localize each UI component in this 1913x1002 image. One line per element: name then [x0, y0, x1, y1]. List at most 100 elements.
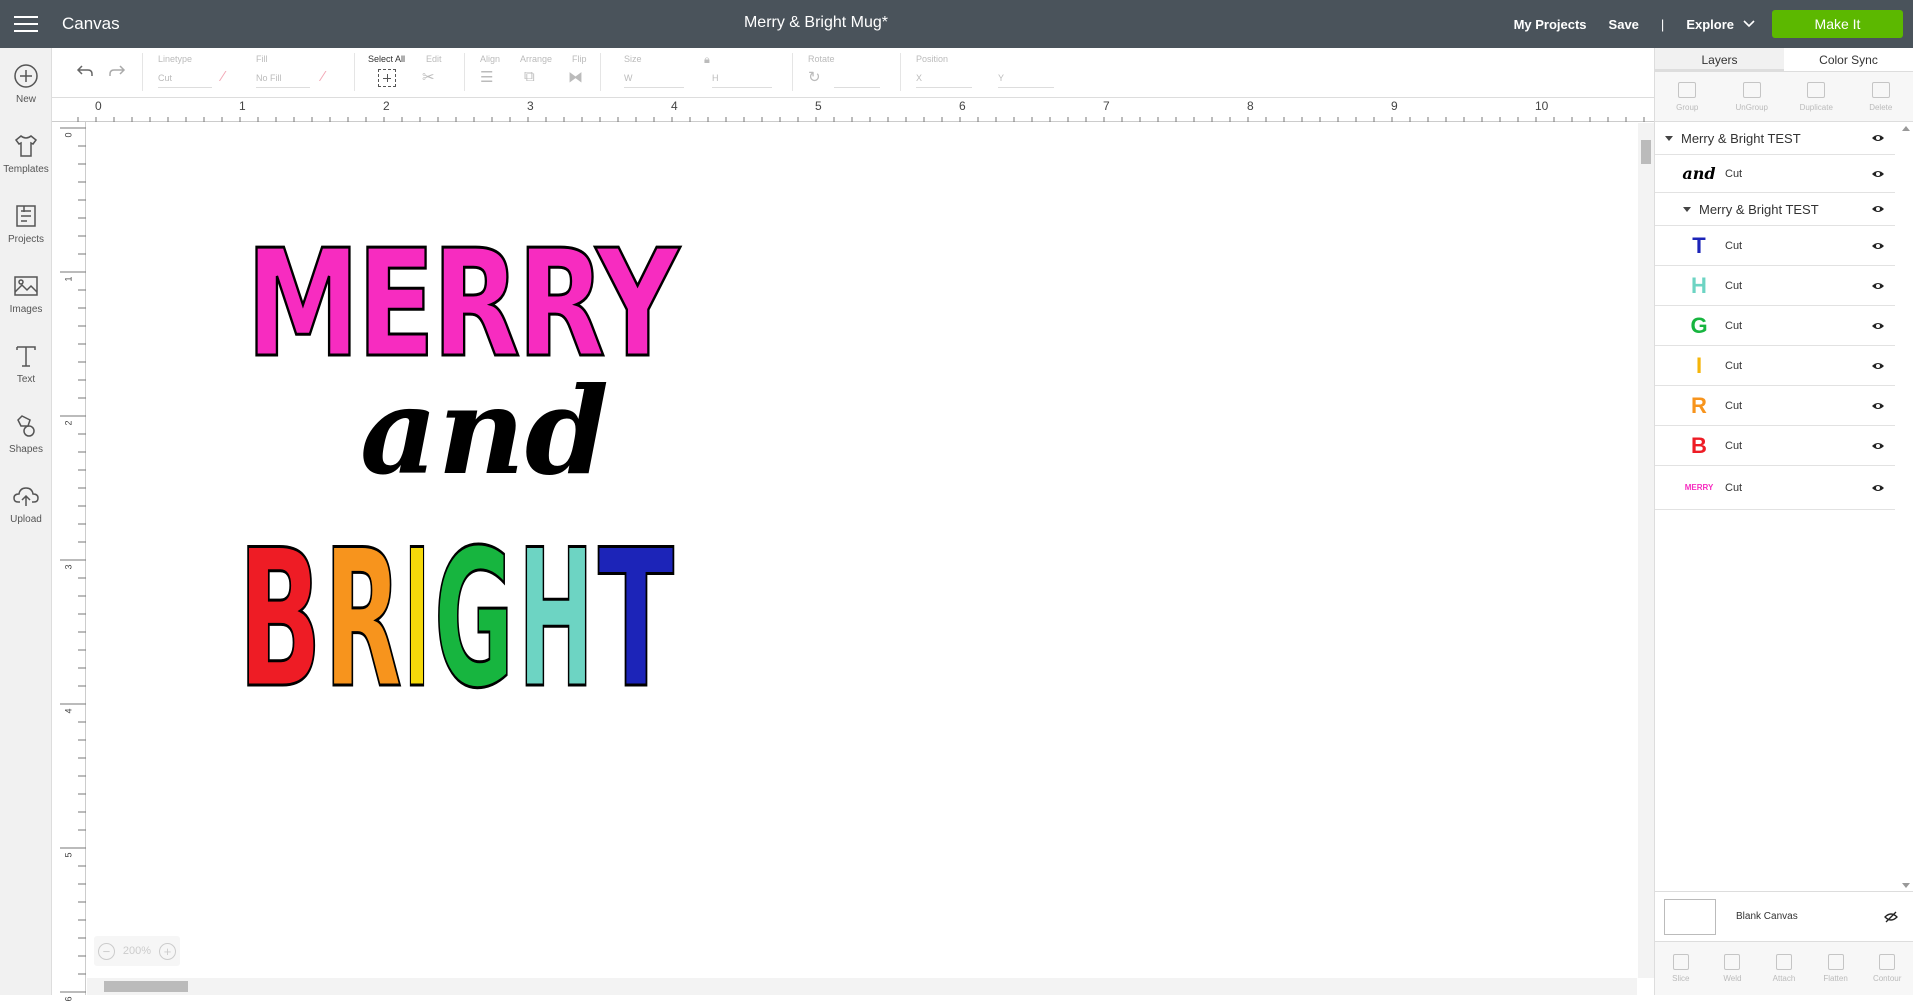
templates-button[interactable]: Templates: [0, 118, 52, 188]
duplicate-label: Duplicate: [1800, 103, 1833, 112]
layer-and[interactable]: and Cut: [1655, 155, 1895, 193]
select-all-icon[interactable]: [378, 69, 396, 87]
ruler-number: 5: [815, 99, 822, 113]
layer-merry[interactable]: MERRY Cut: [1655, 466, 1895, 510]
group-button[interactable]: Group: [1655, 72, 1720, 121]
save-button[interactable]: Save: [1609, 17, 1639, 32]
new-label: New: [16, 94, 36, 105]
new-button[interactable]: New: [0, 48, 52, 118]
eye-icon[interactable]: [1871, 169, 1885, 179]
flip-icon[interactable]: ⧓: [568, 68, 583, 86]
projects-button[interactable]: Projects: [0, 188, 52, 258]
linetype-select[interactable]: Cut: [158, 70, 212, 88]
eye-icon[interactable]: [1871, 361, 1885, 371]
bright-letter-i[interactable]: I: [404, 509, 430, 705]
explore-dropdown[interactable]: Explore: [1686, 17, 1756, 32]
my-projects-link[interactable]: My Projects: [1514, 17, 1587, 32]
redo-icon[interactable]: [108, 64, 126, 78]
eye-icon[interactable]: [1871, 241, 1885, 251]
merry-and-bright-design[interactable]: MERRY and B R I G H T: [240, 205, 700, 705]
bright-letter-r[interactable]: R: [324, 509, 402, 705]
vertical-scrollbar[interactable]: [1638, 123, 1654, 978]
chevron-down-icon: [1742, 19, 1756, 29]
tab-layers[interactable]: Layers: [1655, 48, 1784, 71]
layers-scrollbar[interactable]: [1899, 122, 1913, 892]
bright-letter-t[interactable]: T: [598, 509, 674, 705]
layer-row[interactable]: RCut: [1655, 386, 1895, 426]
make-it-button[interactable]: Make It: [1772, 10, 1903, 38]
fill-select[interactable]: No Fill: [256, 70, 310, 88]
blank-canvas-row[interactable]: Blank Canvas: [1655, 891, 1913, 941]
linetype-color-icon[interactable]: ⁄: [222, 68, 225, 85]
align-icon[interactable]: ☰: [480, 68, 493, 86]
ruler-number: 9: [1391, 99, 1398, 113]
rotate-input[interactable]: [834, 70, 880, 88]
bright-letter-h[interactable]: H: [518, 509, 594, 705]
layer-thumbnail: B: [1681, 432, 1717, 460]
slice-button[interactable]: Slice: [1655, 942, 1707, 995]
layer-group-top[interactable]: Merry & Bright TEST: [1655, 122, 1895, 155]
layer-row[interactable]: GCut: [1655, 306, 1895, 346]
horizontal-scrollbar[interactable]: [87, 978, 1637, 995]
flatten-icon: [1828, 954, 1844, 970]
zoom-out-button[interactable]: −: [98, 943, 115, 960]
upload-button[interactable]: Upload: [0, 468, 52, 538]
scroll-up-icon[interactable]: [1902, 126, 1910, 131]
bright-letter-g[interactable]: G: [434, 509, 514, 705]
delete-button[interactable]: Delete: [1849, 72, 1913, 121]
attach-button[interactable]: Attach: [1758, 942, 1810, 995]
bright-letter-b[interactable]: B: [240, 509, 322, 705]
eye-icon[interactable]: [1871, 204, 1885, 214]
undo-icon[interactable]: [76, 64, 94, 78]
eye-icon[interactable]: [1871, 321, 1885, 331]
shapes-label: Shapes: [9, 444, 43, 455]
layer-op: Cut: [1725, 320, 1742, 332]
eye-icon[interactable]: [1871, 281, 1885, 291]
scroll-down-icon[interactable]: [1902, 883, 1910, 888]
layer-row[interactable]: ICut: [1655, 346, 1895, 386]
fill-label: Fill: [256, 54, 268, 64]
weld-button[interactable]: Weld: [1707, 942, 1759, 995]
collapse-triangle-icon[interactable]: [1683, 207, 1691, 212]
contour-button[interactable]: Contour: [1861, 942, 1913, 995]
text-button[interactable]: Text: [0, 328, 52, 398]
eye-icon[interactable]: [1871, 401, 1885, 411]
collapse-triangle-icon[interactable]: [1665, 136, 1673, 141]
letter-thumb: I: [1696, 353, 1702, 379]
fill-color-icon[interactable]: ⁄: [322, 68, 325, 85]
scissors-icon[interactable]: ✂: [422, 68, 435, 86]
arrange-icon[interactable]: ⧉: [524, 68, 535, 85]
height-input[interactable]: H: [712, 70, 772, 88]
layer-group-inner[interactable]: Merry & Bright TEST: [1655, 193, 1895, 226]
shapes-button[interactable]: Shapes: [0, 398, 52, 468]
scroll-thumb[interactable]: [1641, 140, 1651, 164]
bright-text[interactable]: B R I G H T: [240, 509, 674, 705]
ungroup-button[interactable]: UnGroup: [1720, 72, 1785, 121]
position-y-input[interactable]: Y: [998, 70, 1054, 88]
eye-icon[interactable]: [1871, 441, 1885, 451]
plus-circle-icon: [12, 62, 40, 90]
zoom-in-button[interactable]: +: [159, 943, 176, 960]
and-text[interactable]: and: [360, 361, 609, 502]
document-title[interactable]: Merry & Bright Mug*: [0, 14, 1632, 32]
rotate-icon[interactable]: ↻: [808, 68, 821, 86]
duplicate-button[interactable]: Duplicate: [1784, 72, 1849, 121]
blank-canvas-swatch[interactable]: [1664, 899, 1716, 935]
tab-color-sync[interactable]: Color Sync: [1784, 48, 1913, 71]
ungroup-icon: [1743, 82, 1761, 98]
slice-label: Slice: [1672, 974, 1689, 983]
flatten-button[interactable]: Flatten: [1810, 942, 1862, 995]
scroll-thumb[interactable]: [104, 981, 188, 992]
eye-icon[interactable]: [1871, 133, 1885, 143]
images-button[interactable]: Images: [0, 258, 52, 328]
lock-icon[interactable]: 🔒︎: [704, 54, 710, 67]
layer-row[interactable]: HCut: [1655, 266, 1895, 306]
eye-icon[interactable]: [1871, 483, 1885, 493]
layer-row[interactable]: BCut: [1655, 426, 1895, 466]
layer-row[interactable]: TCut: [1655, 226, 1895, 266]
position-x-input[interactable]: X: [916, 70, 972, 88]
group-label: Group: [1676, 103, 1698, 112]
eye-hidden-icon[interactable]: [1883, 911, 1899, 923]
flatten-label: Flatten: [1823, 974, 1847, 983]
width-input[interactable]: W: [624, 70, 684, 88]
